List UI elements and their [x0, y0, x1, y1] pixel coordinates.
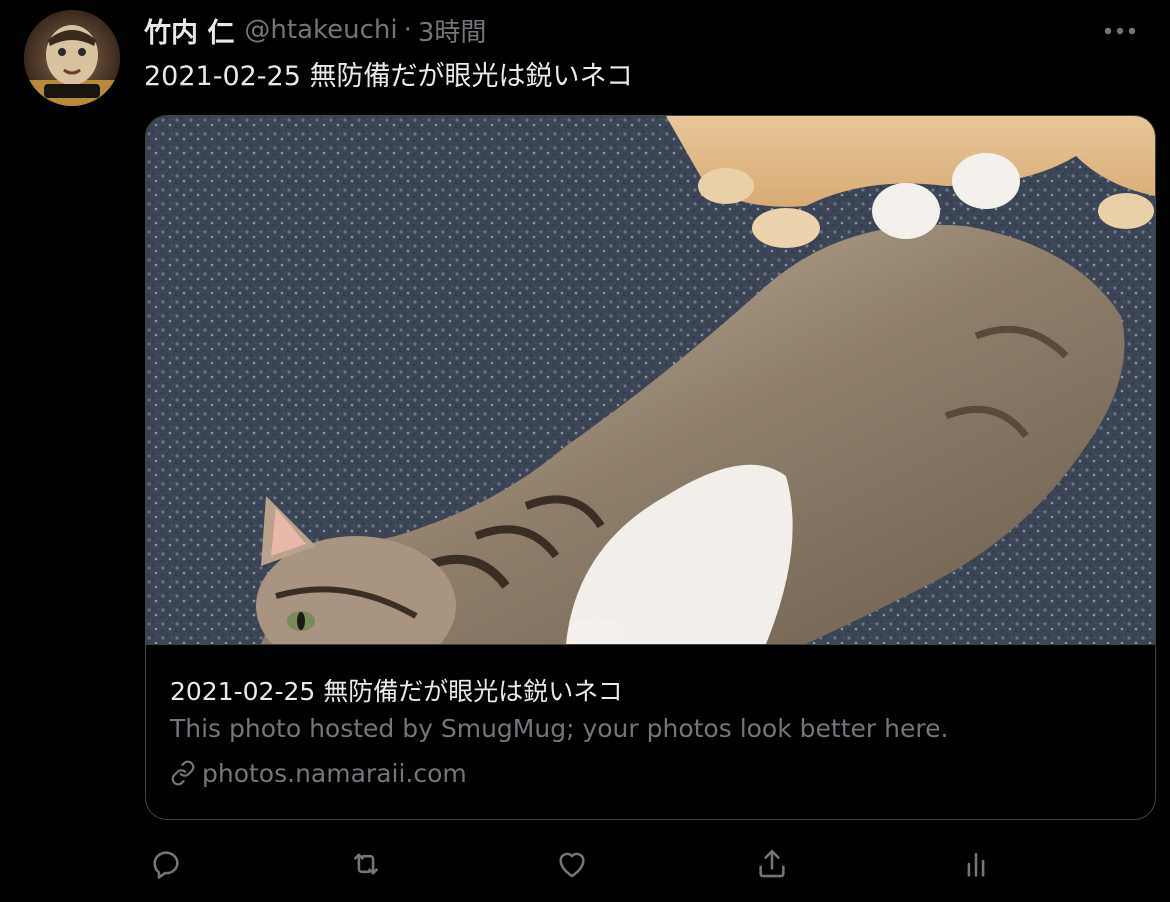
tweet[interactable]: 竹内 仁 @htakeuchi · 3時間 2021-02-25 無防備だが眼光…: [0, 0, 1170, 902]
card-domain: photos.namaraii.com: [170, 756, 1131, 790]
author-display-name[interactable]: 竹内 仁: [144, 11, 234, 50]
tweet-actions: [144, 842, 1004, 886]
card-description: This photo hosted by SmugMug; your photo…: [170, 714, 949, 743]
card-title: 2021-02-25 無防備だが眼光は鋭いネコ: [170, 677, 623, 706]
tweet-text: 2021-02-25 無防備だが眼光は鋭いネコ: [144, 61, 633, 92]
author-handle[interactable]: @htakeuchi: [244, 15, 397, 45]
share-icon[interactable]: [750, 842, 794, 886]
like-icon[interactable]: [550, 842, 594, 886]
card-photo[interactable]: [146, 116, 1155, 645]
reply-icon[interactable]: [144, 842, 188, 886]
card-body: 2021-02-25 無防備だが眼光は鋭いネコ This photo hoste…: [170, 672, 1131, 790]
link-card[interactable]: 2021-02-25 無防備だが眼光は鋭いネコ This photo hoste…: [145, 115, 1156, 820]
analytics-icon[interactable]: [954, 842, 998, 886]
tweet-timestamp[interactable]: 3時間: [418, 12, 487, 49]
card-domain-text: photos.namaraii.com: [202, 758, 467, 788]
author-avatar[interactable]: [24, 10, 120, 106]
header-separator: ·: [403, 15, 412, 45]
tweet-header: 竹内 仁 @htakeuchi · 3時間: [144, 11, 1140, 50]
more-horizontal-icon[interactable]: [1100, 16, 1140, 46]
retweet-icon[interactable]: [344, 842, 388, 886]
link-icon: [170, 760, 196, 786]
